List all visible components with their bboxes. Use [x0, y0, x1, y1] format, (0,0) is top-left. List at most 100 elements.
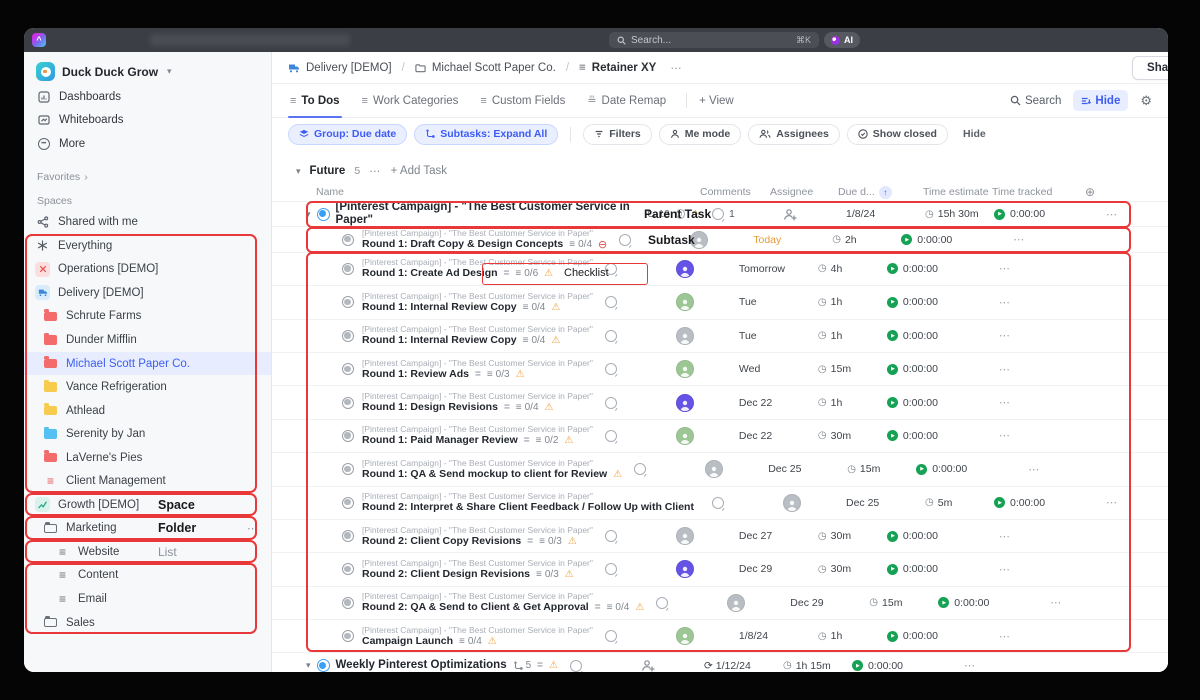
comments-cell[interactable] [593, 296, 663, 308]
spaces-section[interactable]: Spaces [24, 193, 271, 209]
time-estimate-cell[interactable]: ◷30m [816, 430, 885, 442]
time-tracked-cell[interactable]: ▶0:00:00 [885, 363, 978, 375]
clickup-logo-icon[interactable]: ^ [32, 33, 46, 47]
play-icon[interactable]: ▶ [887, 297, 898, 308]
time-estimate-cell[interactable]: ◷15m [845, 463, 914, 475]
status-icon[interactable] [342, 563, 354, 575]
plus-circle-icon[interactable]: ⊕ [1085, 185, 1095, 199]
time-estimate-cell[interactable]: ◷4h [816, 263, 885, 275]
avatar[interactable] [676, 327, 694, 345]
task-row-subtask[interactable]: [Pinterest Campaign] - "The Best Custome… [272, 227, 1168, 252]
row-menu[interactable]: ⋯ [978, 563, 1061, 576]
task-row-subtask[interactable]: [Pinterest Campaign] - "The Best Custome… [272, 353, 1168, 386]
caret-down-icon[interactable]: ▾ [306, 209, 311, 220]
sort-ascending-icon[interactable]: ↑ [879, 186, 892, 199]
sidebar-item-growth-demo[interactable]: Growth [DEMO]Space [24, 493, 271, 517]
task-row-parent[interactable]: ▾Weekly Pinterest Optimizations5=⚠⟳1/12/… [272, 653, 1168, 672]
sidebar-item-more[interactable]: ••• More [24, 132, 271, 156]
breadcrumb-menu[interactable]: ⋯ [670, 61, 683, 75]
time-tracked-cell[interactable]: ▶0:00:00 [885, 630, 978, 642]
checklist-badge[interactable]: ≡0/3 [536, 569, 559, 580]
time-tracked-cell[interactable]: ▶0:00:00 [936, 597, 1029, 609]
status-icon[interactable] [342, 630, 354, 642]
checklist-badge[interactable]: ≡0/6 [515, 268, 538, 279]
time-tracked-cell[interactable]: ▶0:00:00 [899, 234, 992, 246]
row-menu[interactable]: ⋯ [978, 296, 1061, 309]
assignee-cell[interactable] [663, 360, 731, 378]
due-date-cell[interactable]: Tue [731, 296, 816, 308]
caret-down-icon[interactable]: ▾ [306, 660, 311, 671]
checklist-badge[interactable]: ≡0/4 [523, 335, 546, 346]
task-row-subtask[interactable]: [Pinterest Campaign] - "The Best Custome… [272, 386, 1168, 419]
avatar[interactable] [676, 627, 694, 645]
task-row-subtask[interactable]: [Pinterest Campaign] - "The Best Custome… [272, 253, 1168, 286]
group-header-future[interactable]: ▾ Future 5 ⋯ + Add Task [296, 162, 1168, 180]
status-icon[interactable] [342, 597, 354, 609]
comments-cell[interactable] [593, 630, 663, 642]
play-icon[interactable]: ▶ [916, 464, 927, 475]
row-menu[interactable]: ⋯ [978, 429, 1061, 442]
due-date-cell[interactable]: Tue [731, 330, 816, 342]
sidebar-item-marketing[interactable]: MarketingFolder⋯ [24, 517, 271, 541]
play-icon[interactable]: ▶ [901, 234, 912, 245]
add-assignee-icon[interactable] [641, 659, 655, 672]
avatar[interactable] [783, 494, 801, 512]
sidebar-item-athlead[interactable]: Athlead [24, 399, 271, 423]
play-icon[interactable]: ▶ [887, 263, 898, 274]
checklist-badge[interactable]: ≡0/3 [487, 369, 510, 380]
view-search-button[interactable]: Search [1010, 95, 1061, 107]
due-date-cell[interactable]: 1/8/24 [838, 208, 923, 220]
due-date-cell[interactable]: Dec 25 [838, 497, 923, 509]
assignee-cell[interactable] [663, 327, 731, 345]
task-row-subtask[interactable]: [Pinterest Campaign] - "The Best Custome… [272, 320, 1168, 353]
avatar[interactable] [676, 360, 694, 378]
add-task-button[interactable]: + Add Task [391, 165, 447, 177]
task-title[interactable]: Round 2: QA & Send to Client & Get Appro… [362, 601, 589, 614]
sidebar-item-operations-demo[interactable]: Operations [DEMO] [24, 258, 271, 282]
time-tracked-cell[interactable]: ▶0:00:00 [885, 530, 978, 542]
assignee-cell[interactable] [663, 260, 731, 278]
sidebar-item-email[interactable]: ≡Email [24, 587, 271, 611]
sidebar-item-everything[interactable]: Everything [24, 234, 271, 258]
task-title[interactable]: Round 1: Create Ad Design [362, 267, 498, 280]
task-row-subtask[interactable]: [Pinterest Campaign] - "The Best Custome… [272, 553, 1168, 586]
avatar[interactable] [676, 560, 694, 578]
time-tracked-cell[interactable]: ▶0:00:00 [914, 463, 1007, 475]
avatar[interactable] [676, 527, 694, 545]
time-tracked-cell[interactable]: ▶0:00:00 [885, 563, 978, 575]
global-search-input[interactable]: Search... ⌘K [609, 32, 819, 48]
time-tracked-cell[interactable]: ▶0:00:00 [885, 330, 978, 342]
play-icon[interactable]: ▶ [887, 397, 898, 408]
status-icon[interactable] [342, 530, 354, 542]
due-date-cell[interactable]: ⟳1/12/24 [696, 660, 781, 672]
assignee-cell[interactable] [663, 394, 731, 412]
status-icon[interactable] [342, 296, 354, 308]
sidebar-item-client-management[interactable]: ≡Client Management [24, 470, 271, 494]
due-date-cell[interactable]: Dec 22 [731, 430, 816, 442]
due-date-cell[interactable]: 1/8/24 [731, 630, 816, 642]
assignee-cell[interactable] [663, 560, 731, 578]
avatar[interactable] [727, 594, 745, 612]
assignee-cell[interactable] [663, 627, 731, 645]
task-title[interactable]: Round 1: Draft Copy & Design Concepts [362, 238, 563, 251]
time-estimate-cell[interactable]: ◷5m [923, 497, 992, 509]
sidebar-item-schrute-farms[interactable]: Schrute Farms [24, 305, 271, 329]
status-icon[interactable] [342, 234, 354, 246]
group-menu[interactable]: ⋯ [369, 164, 382, 178]
comments-cell[interactable] [593, 363, 663, 375]
status-icon[interactable] [342, 330, 354, 342]
assignee-cell[interactable] [714, 594, 782, 612]
row-menu[interactable]: ⋯ [978, 630, 1061, 643]
workspace-switcher[interactable]: Duck Duck Grow ▾ [30, 58, 265, 85]
me-mode-pill[interactable]: Me mode [659, 124, 742, 145]
task-title[interactable]: Round 2: Interpret & Share Client Feedba… [362, 501, 694, 514]
time-estimate-cell[interactable]: ◷1h 15m [781, 660, 850, 672]
comments-cell[interactable] [593, 263, 663, 275]
time-estimate-cell[interactable]: ◷2h [830, 234, 899, 246]
task-title[interactable]: Round 1: Design Revisions [362, 401, 498, 414]
row-menu[interactable]: ⋯ [1029, 596, 1112, 609]
comments-cell[interactable] [700, 497, 770, 509]
sidebar-item-shared-with-me[interactable]: Shared with me [24, 211, 271, 235]
checklist-badge[interactable]: ≡0/3 [539, 536, 562, 547]
status-icon[interactable] [342, 497, 354, 509]
